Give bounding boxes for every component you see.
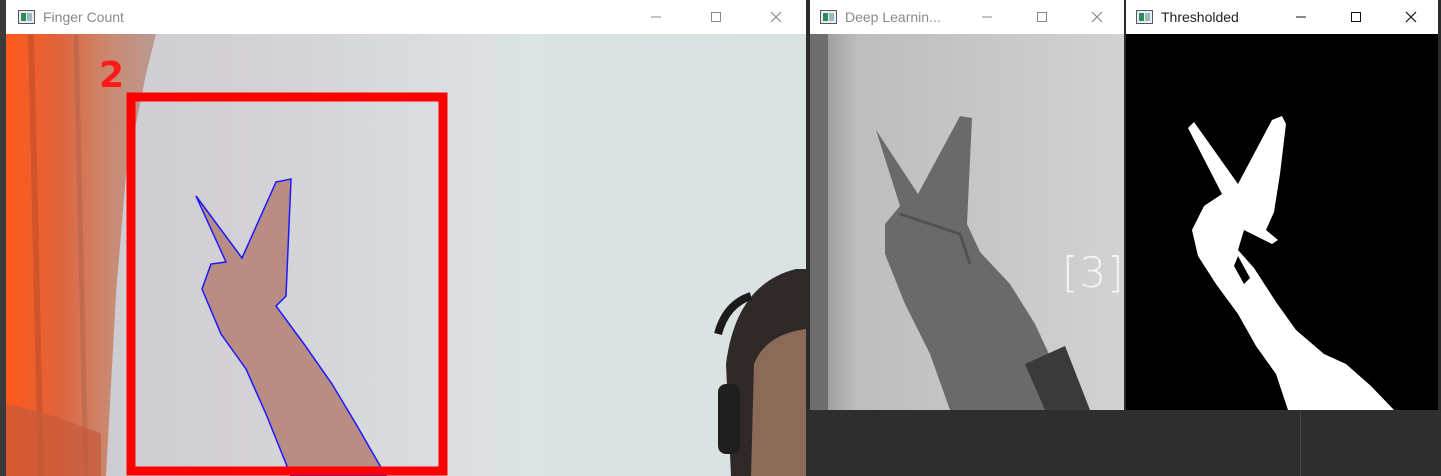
minimize-button[interactable] [959,0,1014,33]
finger-count-titlebar[interactable]: Finger Count [6,0,806,33]
close-icon [1091,11,1102,22]
minimize-button[interactable] [626,0,686,33]
close-button[interactable] [746,0,806,33]
thresholded-window[interactable]: Thresholded [1126,0,1438,410]
thresholded-titlebar[interactable]: Thresholded [1126,0,1438,33]
window-title: Deep Learnin... [845,8,941,25]
deep-learning-window[interactable]: Deep Learnin... [3] [810,0,1124,410]
maximize-button[interactable] [1328,0,1383,33]
webcam-feed: 2 [6,34,806,476]
window-title: Finger Count [43,8,124,25]
maximize-button[interactable] [1014,0,1069,33]
maximize-button[interactable] [686,0,746,33]
minimize-icon [651,16,661,17]
maximize-icon [1036,11,1047,22]
grayscale-feed: [3] [810,34,1124,410]
prediction-label: [3] [1062,248,1124,297]
app-icon [1136,9,1153,24]
deep-learning-titlebar[interactable]: Deep Learnin... [810,0,1124,33]
divider [1300,410,1301,476]
maximize-icon [711,11,721,22]
close-button[interactable] [1069,0,1124,33]
threshold-feed [1126,34,1438,410]
threshold-mask-image [1126,34,1438,410]
finger-count-window[interactable]: Finger Count 2 [6,0,806,476]
close-button[interactable] [1383,0,1438,33]
minimize-icon [981,16,992,17]
minimize-icon [1295,16,1306,17]
grayscale-image [810,34,1124,410]
close-icon [770,11,782,22]
finger-count-label: 2 [99,55,125,96]
minimize-button[interactable] [1273,0,1328,33]
close-icon [1405,11,1416,22]
app-icon [820,9,837,24]
background-window [806,410,1441,476]
window-title: Thresholded [1161,8,1239,25]
maximize-icon [1350,11,1361,22]
app-icon [18,9,35,24]
webcam-image [6,34,806,476]
